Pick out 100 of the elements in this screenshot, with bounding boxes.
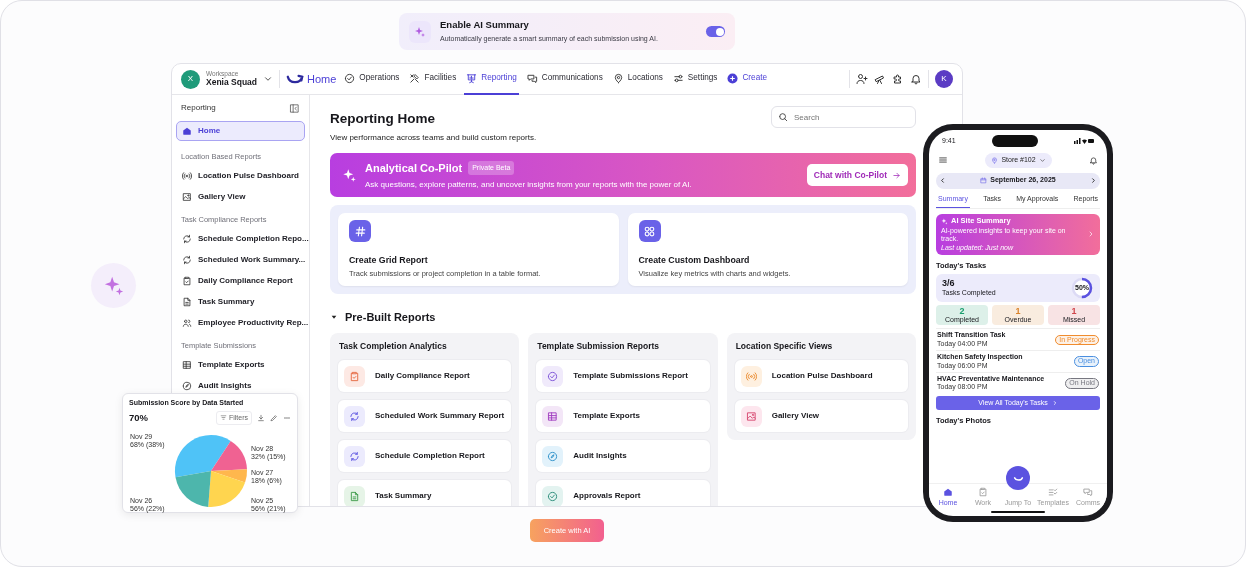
sparkle-icon [91,263,136,308]
sidebar-toggle-icon[interactable] [289,102,300,114]
status-icons [1074,138,1094,144]
logo-icon [286,73,304,85]
stat-value: 2 [959,306,965,317]
nav-tab[interactable]: Settings [670,64,720,95]
sparkle-icon [409,20,431,43]
broadcast-icon [740,365,762,387]
refresh-icon [182,233,192,244]
group-title: Template Submission Reports [536,339,661,353]
chevron-icon [1087,230,1095,239]
report-item[interactable]: Task Summary [338,480,512,506]
user-avatar[interactable]: K [935,70,953,88]
stat-value: 1 [1071,306,1077,317]
chat-icon [1083,486,1093,497]
bell-icon[interactable] [1089,155,1098,165]
refresh-icon [344,445,365,467]
report-item[interactable]: Template Submissions Report [536,360,710,393]
camera-notch [991,135,1038,147]
arrow-icon [892,170,901,180]
report-item[interactable]: Location Pulse Dashboard [734,360,908,393]
home-icon [182,126,192,136]
sparkle-icon [342,167,357,183]
nav-tab[interactable]: Operations [342,64,402,95]
home-link[interactable]: Home [286,70,337,88]
chart-icon [466,72,478,84]
pin-icon [991,156,999,164]
nav-tab[interactable]: Facilities [407,64,459,95]
image-icon [740,405,762,427]
people-icon [182,317,192,328]
clipboard-icon [978,486,988,497]
pencil-icon[interactable] [270,413,278,422]
card-title: Create Grid Report [349,253,429,267]
refresh-icon [344,405,365,427]
create-link[interactable]: Create [725,64,769,95]
report-item[interactable]: Gallery View [734,400,908,433]
search-field[interactable]: Search [771,106,916,128]
compass-icon [182,380,192,391]
sparkle-icon [941,217,948,225]
home-indicator [991,511,1045,513]
report-item[interactable]: Template Exports [536,400,710,433]
card-title: Create Custom Dashboard [638,253,751,267]
download-icon[interactable] [257,413,265,422]
table-icon [542,405,564,427]
toggle-switch[interactable] [706,26,725,37]
chevron-icon[interactable] [263,74,273,84]
refresh-icon [182,254,192,265]
workspace-name: Xenia Squad [206,77,257,87]
compass-icon [542,445,564,467]
chevron-right-icon[interactable] [1090,177,1097,184]
sidebar-item[interactable]: Template Exports [176,357,305,372]
table-icon [182,359,192,370]
nav-tab[interactable]: Communications [524,64,605,95]
menu-icon[interactable] [938,155,948,166]
user-plus-icon[interactable] [856,73,868,85]
card-title: Enable AI Summary [440,18,530,33]
sidebar-item[interactable]: Gallery View [176,189,305,204]
hash-icon [349,220,371,243]
clipboard-icon [182,275,192,286]
image-icon [182,191,192,202]
report-item[interactable]: Scheduled Work Summary Report [338,400,512,433]
search-icon [778,112,788,122]
chat-button[interactable]: Chat with Co-Pilot [806,164,908,187]
checklist-icon [1048,486,1058,497]
chevron-icon [1051,399,1058,406]
plus-icon [727,72,739,84]
sidebar-item[interactable]: Home [176,121,305,141]
grid-icon [638,220,661,243]
nav-tab[interactable]: Locations [610,64,665,95]
task-count: 3/6 [942,279,956,290]
sidebar-item[interactable]: Location Pulse Dashboard [176,168,305,183]
filter-icon [219,414,227,422]
stat-value: 1 [1015,306,1021,317]
nav-tab[interactable]: Reporting [464,64,519,95]
tools-icon [409,72,421,84]
report-item[interactable]: Audit Insights [536,440,710,473]
sidebar-item[interactable]: Daily Compliance Report [176,273,305,288]
sidebar-item[interactable]: Audit Insights [176,378,305,393]
telescope-icon[interactable] [874,73,886,85]
report-item[interactable]: Approvals Report [536,480,710,506]
sidebar-item[interactable]: Scheduled Work Summary... [176,252,305,267]
report-item[interactable]: Daily Compliance Report [338,360,512,393]
jump-button[interactable] [1006,466,1030,490]
banner-description: Ask questions, explore patterns, and uncover insights from your reports with the power of AI. [365,179,692,191]
sliders-icon [672,72,684,84]
sidebar-item[interactable]: Task Summary [176,294,305,309]
chevron-left-icon[interactable] [939,177,946,184]
summary-value: 70% [129,410,148,425]
chevron-icon [1038,156,1046,164]
banner-title: Analytical Co-Pilot [365,160,463,176]
document-icon [182,296,192,307]
home-icon [943,486,953,497]
broadcast-icon [182,170,192,181]
report-item[interactable]: Schedule Completion Report [338,440,512,473]
puzzle-icon[interactable] [892,73,904,85]
page-subtitle: View performance across teams and build custom reports. [330,132,537,145]
bell-icon[interactable] [910,73,922,85]
section-title: Pre-Built Reports [345,310,436,326]
pin-icon [612,72,624,84]
document-icon [344,485,365,506]
